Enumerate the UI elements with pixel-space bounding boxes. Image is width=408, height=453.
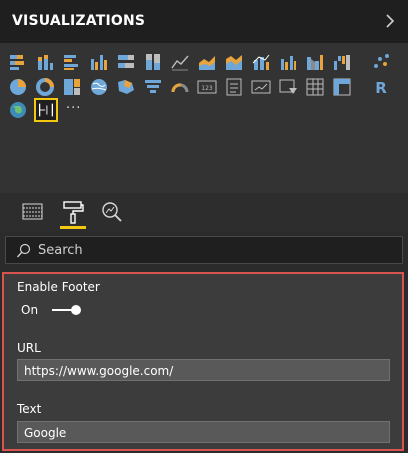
ribbon-chart-icon[interactable] (304, 51, 326, 73)
visualizations-header: VISUALIZATIONS (0, 0, 408, 43)
scatter-chart-icon[interactable] (370, 51, 392, 73)
card-icon[interactable]: 123 (196, 76, 218, 98)
area-chart-icon[interactable] (196, 51, 218, 73)
clustered-column-chart-icon[interactable] (88, 51, 110, 73)
100-percent-stacked-bar-chart-icon[interactable] (115, 51, 137, 73)
text-field-box (17, 421, 390, 443)
text-label: Text (17, 402, 42, 416)
100-percent-stacked-column-chart-icon[interactable] (142, 51, 164, 73)
tab-fields[interactable] (20, 199, 46, 225)
slicer-icon[interactable] (277, 76, 299, 98)
fields-icon (22, 203, 43, 220)
visual-gallery: 123 R ··· (0, 43, 408, 193)
table-icon[interactable] (304, 76, 326, 98)
funnel-icon[interactable] (142, 76, 164, 98)
tab-analytics[interactable] (99, 199, 125, 225)
stacked-bar-chart-icon[interactable] (7, 51, 29, 73)
matrix-icon[interactable] (331, 76, 353, 98)
format-paint-roller-icon (63, 201, 84, 224)
pane-tabs (0, 193, 408, 231)
line-and-stacked-column-chart-icon[interactable] (250, 51, 272, 73)
pane-title: VISUALIZATIONS (12, 13, 146, 29)
text-field[interactable] (18, 423, 389, 443)
treemap-icon[interactable] (61, 76, 83, 98)
more-visuals-button[interactable]: ··· (66, 101, 81, 116)
search-input[interactable] (38, 240, 388, 260)
filled-map-icon[interactable] (115, 76, 137, 98)
r-script-visual-icon[interactable]: R (370, 76, 392, 98)
svg-text:R: R (375, 79, 387, 97)
kpi-icon[interactable] (250, 76, 272, 98)
url-field[interactable] (18, 361, 389, 381)
toggle-state-label: On (21, 303, 39, 317)
search-bar (0, 231, 408, 267)
line-chart-icon[interactable] (169, 51, 191, 73)
toggle-knob (71, 305, 81, 315)
stacked-column-chart-icon[interactable] (34, 51, 56, 73)
line-and-clustered-column-chart-icon[interactable] (277, 51, 299, 73)
waterfall-chart-icon[interactable] (331, 51, 353, 73)
tab-format[interactable] (60, 199, 86, 229)
stacked-area-chart-icon[interactable] (223, 51, 245, 73)
enable-footer-label: Enable Footer (17, 280, 100, 294)
multi-row-card-icon[interactable] (223, 76, 245, 98)
clustered-bar-chart-icon[interactable] (61, 51, 83, 73)
donut-chart-icon[interactable] (34, 76, 56, 98)
chevron-right-icon[interactable] (382, 11, 398, 31)
footer-format-card: Enable Footer On URL Text (2, 272, 404, 451)
search-icon (16, 243, 31, 258)
custom-footer-visual-icon[interactable] (34, 98, 58, 122)
url-label: URL (17, 341, 41, 355)
map-icon[interactable] (88, 76, 110, 98)
svg-text:123: 123 (201, 85, 213, 92)
gauge-icon[interactable] (169, 76, 191, 98)
analytics-icon (102, 202, 122, 222)
url-field-box (17, 359, 390, 381)
globe-map-icon[interactable] (7, 99, 29, 121)
enable-footer-toggle[interactable] (52, 303, 82, 317)
search-box (5, 236, 403, 264)
pie-chart-icon[interactable] (7, 76, 29, 98)
